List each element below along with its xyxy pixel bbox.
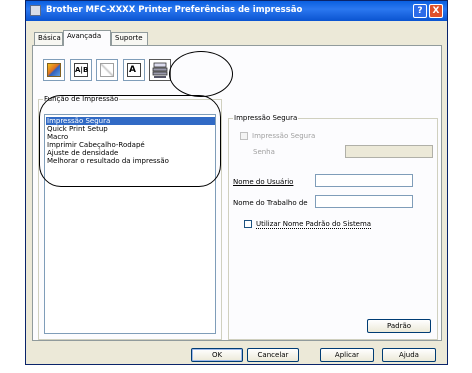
list-item-density[interactable]: Ajuste de densidade xyxy=(46,149,119,157)
list-item-macro[interactable]: Macro xyxy=(46,133,69,141)
list-item-impressao-segura[interactable]: Impressão Segura xyxy=(46,117,215,125)
title-bar[interactable]: Brother MFC-XXXX Printer Preferências de… xyxy=(26,1,447,21)
cancel-button[interactable]: Cancelar xyxy=(247,348,299,362)
device-options-icon xyxy=(152,62,168,78)
tab-basica[interactable]: Básica xyxy=(34,32,63,45)
job-name-field[interactable] xyxy=(315,195,413,208)
watermark-button[interactable] xyxy=(96,59,118,81)
list-item-quick-print-setup[interactable]: Quick Print Setup xyxy=(46,125,109,133)
page-setup-button[interactable]: A xyxy=(123,59,145,81)
device-options-button[interactable] xyxy=(149,59,171,81)
scaling-button[interactable]: A|B xyxy=(70,59,92,81)
window-title: Brother MFC-XXXX Printer Preferências de… xyxy=(46,5,303,15)
list-item-header-footer[interactable]: Imprimir Cabeçalho-Rodapé xyxy=(46,141,146,149)
color-quality-icon xyxy=(47,63,61,77)
advanced-tab-panel: A|B A Função de Impressão Impressão Segu… xyxy=(32,45,442,341)
printer-preferences-window: Brother MFC-XXXX Printer Preferências de… xyxy=(25,0,448,365)
tab-avancada[interactable]: Avançada xyxy=(63,30,111,46)
close-button[interactable]: X xyxy=(429,4,443,18)
secure-print-checkbox[interactable] xyxy=(240,132,248,140)
watermark-icon xyxy=(100,63,114,77)
use-default-name-checkbox[interactable] xyxy=(244,220,252,228)
printer-icon xyxy=(30,5,41,16)
username-field[interactable] xyxy=(315,174,413,187)
print-function-list[interactable]: Impressão Segura Quick Print Setup Macro… xyxy=(44,114,216,334)
secure-print-group-title: Impressão Segura xyxy=(233,114,299,122)
list-item-improve-output[interactable]: Melhorar o resultado da impressão xyxy=(46,157,170,165)
help-button[interactable]: Ajuda xyxy=(382,348,436,362)
ok-button[interactable]: OK xyxy=(191,348,243,362)
tab-suporte[interactable]: Suporte xyxy=(111,32,148,45)
color-quality-button[interactable] xyxy=(43,59,65,81)
secure-print-checkbox-label: Impressão Segura xyxy=(252,132,316,140)
page-setup-icon: A xyxy=(127,63,141,77)
password-label: Senha xyxy=(253,148,275,156)
print-function-group-title: Função de Impressão xyxy=(43,95,120,103)
job-name-label: Nome do Trabalho de xyxy=(233,199,308,207)
password-field[interactable] xyxy=(345,145,433,158)
use-default-name-label: Utilizar Nome Padrão do Sistema xyxy=(256,220,372,229)
apply-button[interactable]: Aplicar xyxy=(320,348,374,362)
help-titlebar-button[interactable]: ? xyxy=(413,4,427,18)
default-button[interactable]: Padrão xyxy=(367,319,431,333)
username-label: Nome do Usuário xyxy=(233,178,294,186)
scaling-icon: A|B xyxy=(74,63,88,77)
